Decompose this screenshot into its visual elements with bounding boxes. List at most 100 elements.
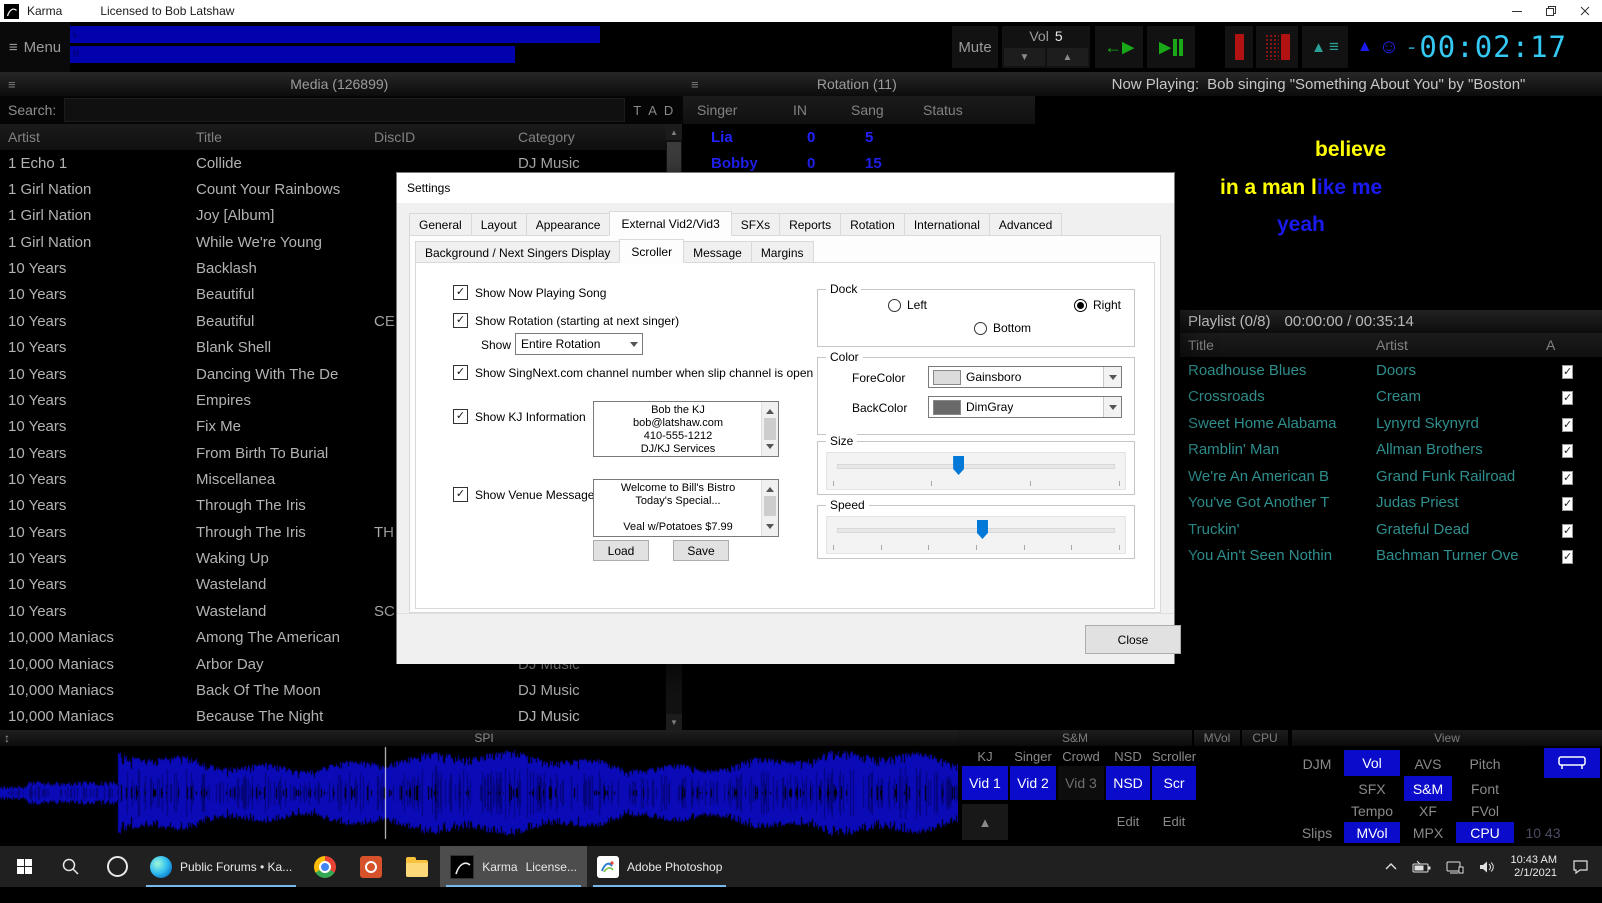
search-input[interactable] [64, 98, 625, 122]
playlist-row[interactable]: We're An American BGrand Funk Railroad✓ [1180, 463, 1602, 490]
vol-up-button[interactable]: ▲ [1047, 48, 1088, 66]
save-button[interactable]: Save [673, 540, 729, 561]
textarea-scrollbar[interactable] [761, 480, 778, 536]
option-show-kj-info[interactable]: ✓ Show KJ Information [453, 409, 586, 424]
option-show-rotation[interactable]: ✓ Show Rotation (starting at next singer… [453, 313, 679, 328]
scroll-down-icon[interactable] [766, 444, 774, 453]
slider-track[interactable] [837, 528, 1115, 533]
subtab-background-next-singers-display[interactable]: Background / Next Singers Display [415, 241, 620, 263]
radio-icon[interactable] [888, 299, 901, 312]
mixer-button-scr[interactable]: Scr [1152, 766, 1196, 800]
size-slider[interactable] [826, 452, 1126, 490]
menu-button[interactable]: ≡ Menu [0, 22, 70, 72]
view-cell-mpx[interactable]: MPX [1404, 822, 1452, 843]
col-status[interactable]: Status [909, 102, 1035, 118]
taskbar-search-button[interactable] [48, 846, 94, 887]
media-menu-icon[interactable]: ≡ [8, 77, 16, 92]
col-artist[interactable]: Artist [1368, 337, 1538, 353]
tab-rotation[interactable]: Rotation [840, 213, 905, 236]
view-cell-10-43[interactable]: 10 43 [1518, 822, 1568, 843]
tab-layout[interactable]: Layout [471, 213, 527, 236]
tab-international[interactable]: International [904, 213, 990, 236]
rotation-scope-select[interactable]: Entire Rotation [515, 333, 643, 355]
checkbox-icon[interactable]: ✓ [1562, 471, 1573, 485]
maximize-button[interactable] [1534, 0, 1568, 22]
nsd-edit-button[interactable]: Edit [1106, 806, 1150, 836]
tray-chevron-icon[interactable] [1384, 861, 1398, 873]
view-cell-mvol[interactable]: MVol [1344, 822, 1400, 843]
view-cell-slips[interactable]: Slips [1294, 822, 1340, 843]
forecolor-select[interactable]: Gainsboro [928, 366, 1122, 388]
speed-slider[interactable] [826, 516, 1126, 554]
restart-play-button[interactable]: ←▶ [1095, 26, 1143, 68]
chrome-task-button[interactable] [302, 846, 348, 887]
tab-advanced[interactable]: Advanced [989, 213, 1062, 236]
col-in[interactable]: IN [779, 102, 837, 118]
view-cell-avs[interactable]: AVS [1404, 752, 1452, 776]
scroll-up-icon[interactable] [766, 483, 774, 492]
subtab-message[interactable]: Message [683, 241, 752, 263]
scroller-edit-button[interactable]: Edit [1152, 806, 1196, 836]
singer-advance-button[interactable]: ▲☺ [1352, 26, 1404, 68]
kj-info-textarea[interactable]: Bob the KJbob@latshaw.com410-555-1212DJ/… [593, 401, 779, 457]
minimize-button[interactable] [1500, 0, 1534, 22]
mute-button[interactable]: Mute [952, 26, 998, 68]
col-sang[interactable]: Sang [837, 102, 909, 118]
vol-down-button[interactable]: ▼ [1004, 48, 1045, 66]
checkbox-icon[interactable]: ✓ [453, 285, 468, 300]
tab-general[interactable]: General [409, 213, 472, 236]
col-category[interactable]: Category [510, 129, 666, 145]
scroll-up-icon[interactable] [766, 405, 774, 414]
playlist-row[interactable]: Sweet Home AlabamaLynyrd Skynyrd✓ [1180, 410, 1602, 437]
mixer-button-vid-2[interactable]: Vid 2 [1010, 766, 1056, 800]
checkbox-icon[interactable]: ✓ [453, 409, 468, 424]
notification-center-icon[interactable] [1572, 859, 1590, 875]
rotation-row[interactable]: Lia05 [683, 124, 1035, 150]
venue-message-textarea[interactable]: Welcome to Bill's BistroToday's Special.… [593, 479, 779, 537]
mixer-button-nsd[interactable]: NSD [1106, 766, 1150, 800]
cortana-button[interactable] [94, 846, 140, 887]
view-cell-vol[interactable]: Vol [1344, 750, 1400, 776]
close-button[interactable] [1568, 0, 1602, 22]
rotation-menu-icon[interactable]: ≡ [691, 77, 699, 92]
kj-up-button[interactable]: ▲ [962, 804, 1008, 840]
media-row[interactable]: 10,000 ManiacsBecause The NightDJ Music [0, 704, 666, 730]
media-row[interactable]: 10,000 ManiacsBack Of The MoonDJ Music [0, 677, 666, 703]
photoshop-task-button[interactable]: Adobe Photoshop [587, 846, 732, 887]
checkbox-icon[interactable]: ✓ [1562, 444, 1573, 458]
load-button[interactable]: Load [593, 540, 649, 561]
stop-button[interactable] [1225, 26, 1253, 68]
col-discid[interactable]: DiscID [366, 129, 510, 145]
scroll-down-icon[interactable]: ▼ [666, 714, 682, 730]
view-cell-fvol[interactable]: FVol [1456, 802, 1514, 820]
playlist-row[interactable]: You've Got Another TJudas Priest✓ [1180, 490, 1602, 517]
waveform[interactable] [0, 746, 958, 840]
playlist-row[interactable]: Ramblin' ManAllman Brothers✓ [1180, 437, 1602, 464]
tab-appearance[interactable]: Appearance [526, 213, 611, 236]
radio-icon[interactable] [974, 322, 987, 335]
view-cell-s-m[interactable]: S&M [1404, 776, 1452, 801]
col-artist[interactable]: Artist [0, 129, 188, 145]
fade-stop-button[interactable] [1256, 26, 1298, 68]
subtab-margins[interactable]: Margins [751, 241, 814, 263]
radio-icon[interactable] [1074, 299, 1087, 312]
karma-task-button[interactable]: Karma License... [440, 846, 587, 887]
speaker-icon[interactable] [1478, 860, 1496, 874]
scroll-thumb[interactable] [764, 496, 776, 516]
edge-task-button[interactable]: Public Forums • Ka... [140, 846, 302, 887]
playlist-row[interactable]: You Ain't Seen NothinBachman Turner Ove✓ [1180, 543, 1602, 570]
outlook-task-button[interactable] [348, 846, 394, 887]
scroll-up-icon[interactable]: ▲ [666, 124, 682, 140]
dialog-titlebar[interactable]: Settings [397, 173, 1174, 203]
checkbox-icon[interactable]: ✓ [1562, 365, 1573, 379]
mixer-button-vid-3[interactable]: Vid 3 [1058, 766, 1104, 800]
playlist-play-button[interactable]: ▲≡ [1302, 26, 1348, 68]
option-show-now-playing[interactable]: ✓ Show Now Playing Song [453, 285, 606, 300]
col-title[interactable]: Title [188, 129, 366, 145]
filter-button-d[interactable]: D [664, 103, 673, 118]
close-dialog-button[interactable]: Close [1085, 625, 1181, 654]
option-show-venue-message[interactable]: ✓ Show Venue Message [453, 487, 594, 502]
checkbox-icon[interactable]: ✓ [1562, 418, 1573, 432]
slider-thumb[interactable] [953, 456, 964, 475]
checkbox-icon[interactable]: ✓ [1562, 524, 1573, 538]
